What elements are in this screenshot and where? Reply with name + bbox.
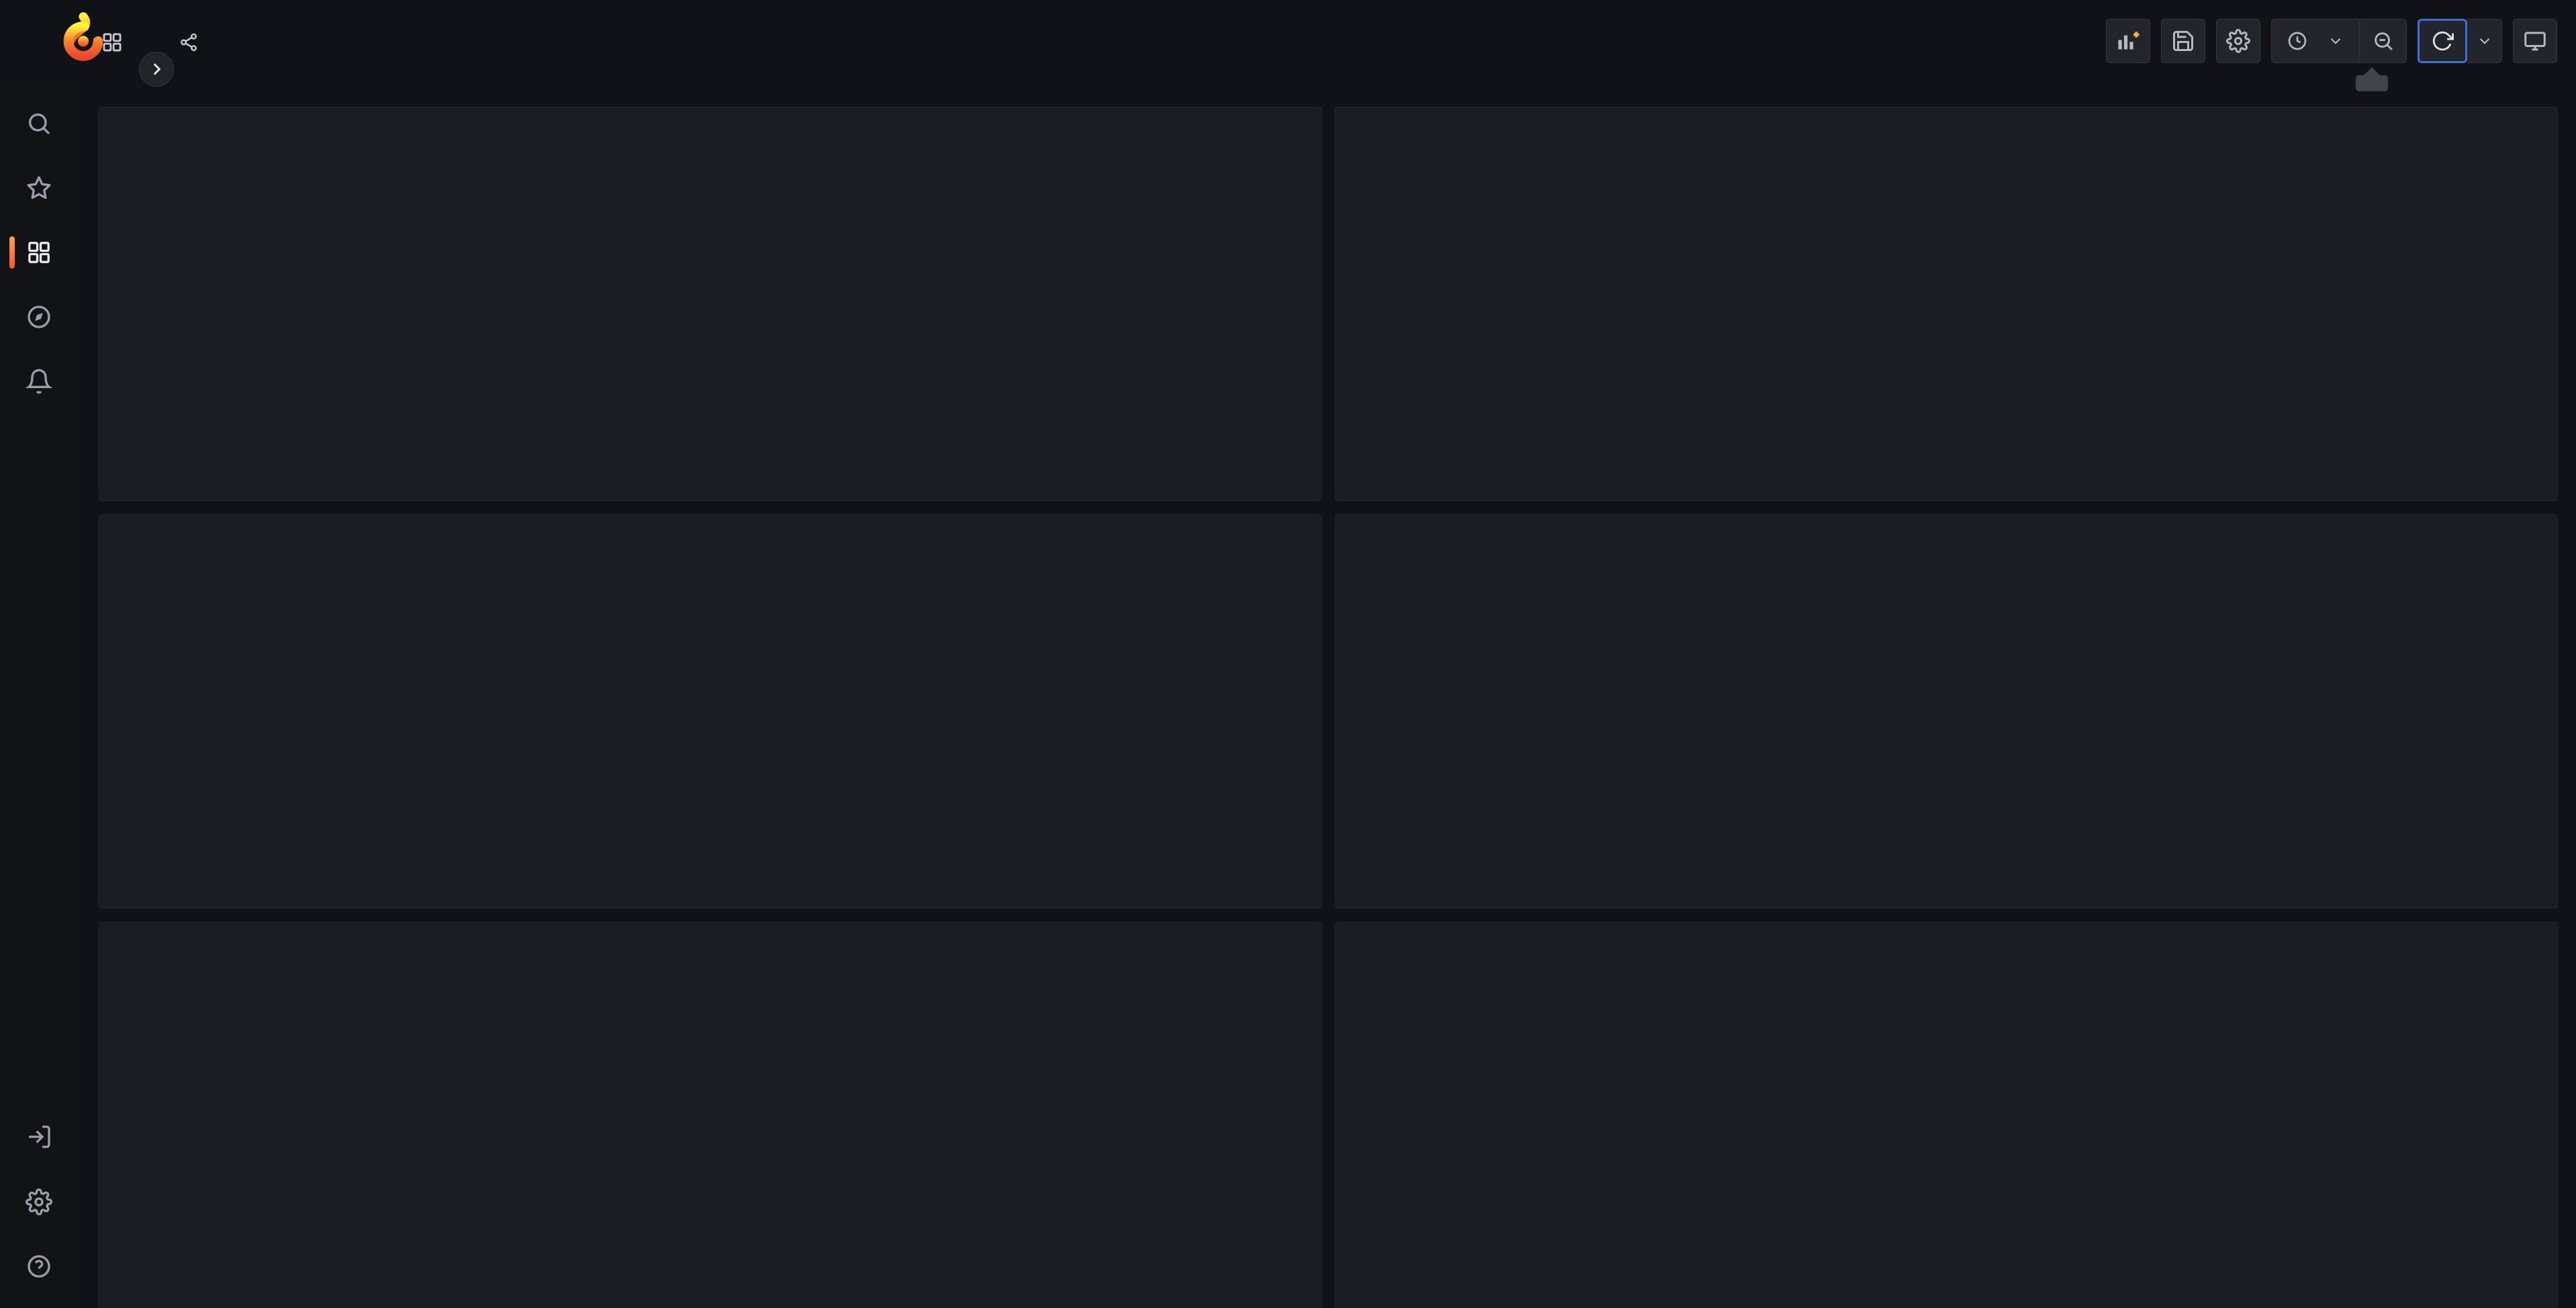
sidebar bbox=[0, 0, 77, 1308]
panel-title[interactable] bbox=[1335, 923, 2557, 960]
bell-icon bbox=[25, 369, 52, 394]
clock-icon bbox=[2288, 32, 2307, 50]
gear-icon bbox=[25, 1188, 52, 1215]
memory-chart[interactable] bbox=[1335, 145, 2557, 430]
memory-legend bbox=[1335, 430, 2557, 500]
panel-error-rate bbox=[1334, 514, 2558, 908]
sidebar-item-alerting[interactable] bbox=[0, 352, 77, 411]
top-nav bbox=[0, 0, 2576, 84]
cpu-chart[interactable] bbox=[99, 145, 1322, 430]
panel-service-latency bbox=[99, 922, 1322, 1308]
dashboard-grid bbox=[77, 84, 2576, 1308]
refresh-interval-dropdown[interactable] bbox=[2467, 19, 2502, 63]
refresh-tooltip bbox=[2356, 67, 2388, 91]
panel-title[interactable] bbox=[99, 515, 1322, 553]
sidebar-item-search[interactable] bbox=[0, 94, 77, 153]
recommendations-count-chart[interactable] bbox=[99, 553, 1322, 869]
panel-recommendation-cpu bbox=[99, 107, 1322, 501]
panel-endpoint-rate bbox=[1334, 922, 2558, 1308]
zoom-out-time-button[interactable] bbox=[2359, 19, 2406, 62]
panel-title[interactable] bbox=[1335, 107, 2557, 145]
apps-icon bbox=[103, 33, 122, 51]
sidebar-item-dashboards[interactable] bbox=[0, 223, 77, 282]
service-latency-legend bbox=[99, 1186, 1322, 1308]
sidebar-item-explore[interactable] bbox=[0, 287, 77, 346]
search-icon bbox=[28, 113, 50, 135]
panel-title[interactable] bbox=[99, 923, 1322, 960]
cycle-view-mode-button[interactable] bbox=[2513, 19, 2557, 63]
error-rate-legend bbox=[1335, 869, 2557, 908]
save-dashboard-button[interactable] bbox=[2161, 19, 2205, 63]
refresh-dashboard-button[interactable] bbox=[2418, 19, 2467, 63]
sidebar-item-help[interactable] bbox=[0, 1237, 77, 1296]
panel-recommendation-memory bbox=[1334, 107, 2558, 501]
refresh-icon bbox=[2432, 31, 2454, 51]
chevron-down-icon bbox=[2479, 38, 2489, 44]
chevron-down-icon bbox=[2330, 38, 2341, 44]
cpu-legend bbox=[99, 430, 1322, 500]
chevron-right-icon bbox=[153, 63, 161, 75]
service-latency-chart[interactable] bbox=[99, 960, 1322, 1186]
sign-in-icon bbox=[28, 1125, 50, 1148]
error-rate-chart[interactable] bbox=[1335, 553, 2557, 869]
sidebar-expand-button[interactable] bbox=[139, 52, 174, 87]
dashboard-toolbar bbox=[2106, 19, 2557, 63]
panel-recommendations-count bbox=[99, 514, 1322, 908]
dashboards-icon bbox=[28, 242, 50, 263]
dashboard-settings-button[interactable] bbox=[2216, 19, 2260, 63]
help-icon bbox=[27, 1255, 50, 1278]
recommendations-count-legend bbox=[99, 869, 1322, 908]
compass-icon bbox=[27, 306, 50, 328]
endpoint-rate-chart[interactable] bbox=[1335, 960, 2557, 1186]
panel-title[interactable] bbox=[1335, 515, 2557, 553]
sidebar-item-sign-in[interactable] bbox=[0, 1107, 77, 1166]
share-icon[interactable] bbox=[179, 32, 199, 52]
time-range-picker[interactable] bbox=[2272, 19, 2359, 62]
panel-title[interactable] bbox=[99, 107, 1322, 145]
star-icon bbox=[27, 176, 51, 199]
sidebar-item-configuration[interactable] bbox=[0, 1172, 77, 1231]
endpoint-rate-legend bbox=[1335, 1186, 2557, 1308]
add-panel-button[interactable] bbox=[2106, 19, 2150, 63]
sidebar-item-starred[interactable] bbox=[0, 158, 77, 218]
refresh-group bbox=[2418, 19, 2502, 63]
time-picker-group bbox=[2271, 19, 2407, 63]
